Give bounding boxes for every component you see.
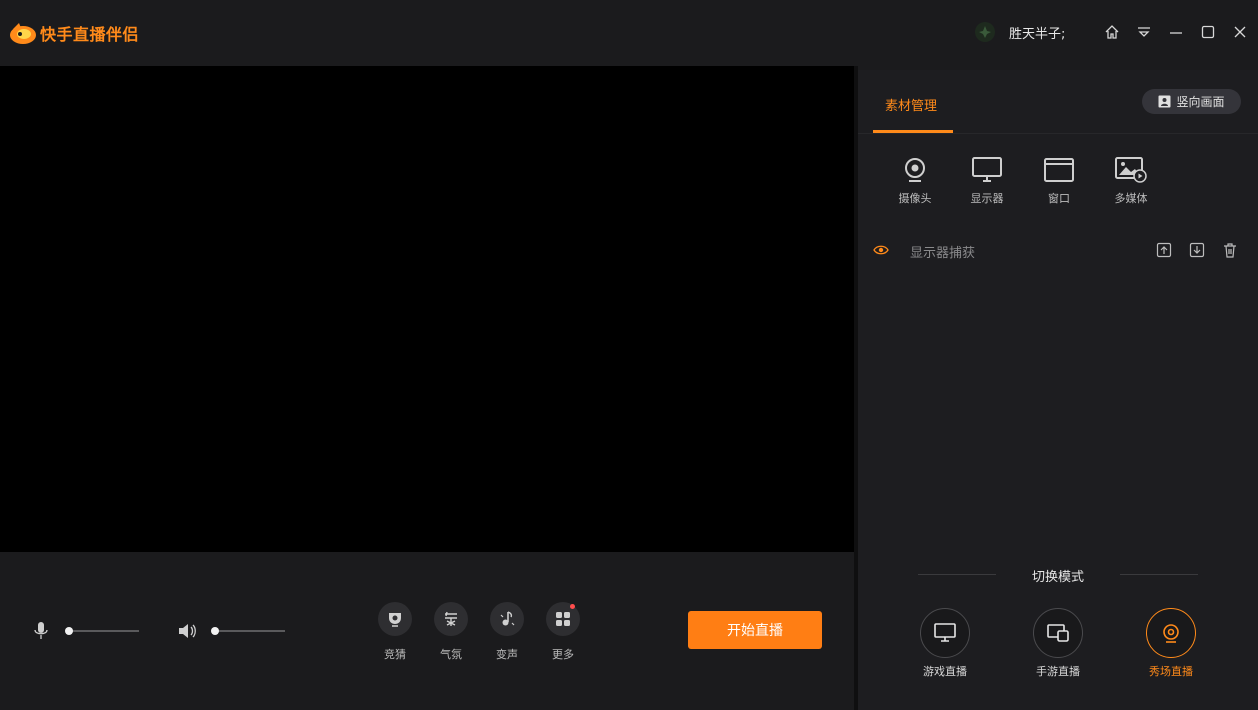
notification-dot bbox=[570, 604, 575, 609]
visibility-eye-icon[interactable] bbox=[873, 242, 889, 258]
tool-label: 竞猜 bbox=[384, 648, 406, 661]
mic-volume-knob[interactable] bbox=[65, 627, 73, 635]
tool-label: 变声 bbox=[496, 648, 518, 661]
app-title: 快手直播伴侣 bbox=[40, 25, 140, 44]
logo-icon bbox=[10, 23, 36, 44]
avatar-icon bbox=[979, 26, 991, 38]
mode-mobile-game-live[interactable]: 手游直播 bbox=[1033, 608, 1083, 678]
speaker-icon[interactable] bbox=[177, 622, 197, 640]
show-camera-icon bbox=[1163, 624, 1179, 643]
source-monitor[interactable]: 显示器 bbox=[962, 156, 1012, 206]
move-down-icon[interactable] bbox=[1189, 242, 1205, 258]
tool-label: 气氛 bbox=[440, 648, 462, 661]
home-icon bbox=[1105, 25, 1119, 39]
mode-label: 手游直播 bbox=[1036, 665, 1080, 678]
material-panel: 素材管理 竖向画面 摄像头 显示器 窗口 多媒体 显示器捕获 切换模式 游戏直播… bbox=[858, 70, 1258, 710]
mode-button[interactable] bbox=[1033, 608, 1083, 658]
mode-divider-right bbox=[1120, 574, 1198, 575]
avatar[interactable] bbox=[975, 22, 995, 42]
portrait-icon bbox=[1158, 95, 1171, 108]
user-profile[interactable]: 胜天半子; bbox=[975, 22, 1065, 42]
switch-mode-title: 切换模式 bbox=[1031, 570, 1084, 585]
mode-button[interactable] bbox=[920, 608, 970, 658]
desktop-icon bbox=[934, 623, 956, 642]
source-label: 窗口 bbox=[1048, 192, 1070, 205]
speaker-volume-knob[interactable] bbox=[211, 627, 219, 635]
mode-game-live[interactable]: 游戏直播 bbox=[920, 608, 970, 678]
mode-show-live[interactable]: 秀场直播 bbox=[1146, 608, 1196, 678]
scene-item-row[interactable]: 显示器捕获 bbox=[858, 236, 1258, 264]
mic-volume-slider[interactable] bbox=[69, 630, 139, 632]
source-multimedia[interactable]: 多媒体 bbox=[1106, 156, 1156, 206]
media-icon bbox=[1115, 157, 1147, 183]
title-bar: 快手直播伴侣 胜天半子; bbox=[0, 0, 1258, 66]
close-icon bbox=[1234, 26, 1246, 38]
camera-icon bbox=[905, 158, 925, 182]
scene-item-name: 显示器捕获 bbox=[910, 246, 976, 261]
app-logo: 快手直播伴侣 bbox=[9, 21, 139, 45]
tool-atmosphere[interactable]: 气氛 bbox=[434, 602, 468, 661]
tab-material-management[interactable]: 素材管理 bbox=[885, 95, 937, 114]
home-button[interactable] bbox=[1103, 23, 1121, 41]
source-camera[interactable]: 摄像头 bbox=[890, 156, 940, 206]
tool-label: 更多 bbox=[552, 648, 574, 661]
mobile-game-icon bbox=[1047, 624, 1069, 642]
delete-icon[interactable] bbox=[1222, 242, 1238, 258]
move-up-icon[interactable] bbox=[1156, 242, 1172, 258]
minimize-icon bbox=[1170, 32, 1182, 34]
monitor-icon bbox=[972, 157, 1002, 182]
tool-more[interactable]: 更多 bbox=[546, 602, 580, 661]
maximize-icon bbox=[1201, 25, 1215, 39]
start-live-button[interactable]: 开始直播 bbox=[688, 611, 822, 649]
mode-label: 游戏直播 bbox=[923, 665, 967, 678]
speaker-volume-slider[interactable] bbox=[215, 630, 285, 632]
atmosphere-icon[interactable] bbox=[434, 602, 468, 636]
tool-voice-changer[interactable]: 变声 bbox=[490, 602, 524, 661]
dropdown-menu-button[interactable] bbox=[1135, 23, 1153, 41]
portrait-mode-button[interactable]: 竖向画面 bbox=[1142, 89, 1241, 114]
dropdown-icon bbox=[1138, 27, 1150, 37]
username: 胜天半子; bbox=[1009, 26, 1066, 42]
tab-divider bbox=[858, 133, 1258, 134]
tool-quiz[interactable]: 竞猜 bbox=[378, 602, 412, 661]
mode-button-active[interactable] bbox=[1146, 608, 1196, 658]
source-window[interactable]: 窗口 bbox=[1034, 156, 1084, 206]
mode-label-active: 秀场直播 bbox=[1149, 665, 1193, 678]
source-label: 显示器 bbox=[970, 192, 1004, 205]
microphone-icon[interactable] bbox=[33, 621, 49, 641]
trophy-icon[interactable] bbox=[378, 602, 412, 636]
source-label: 摄像头 bbox=[898, 192, 932, 205]
minimize-button[interactable] bbox=[1167, 23, 1185, 41]
music-note-icon[interactable] bbox=[490, 602, 524, 636]
source-label: 多媒体 bbox=[1114, 192, 1148, 205]
portrait-label: 竖向画面 bbox=[1176, 95, 1225, 109]
maximize-button[interactable] bbox=[1199, 23, 1217, 41]
live-preview-canvas[interactable] bbox=[0, 66, 854, 552]
close-button[interactable] bbox=[1231, 23, 1249, 41]
window-icon bbox=[1044, 158, 1074, 182]
